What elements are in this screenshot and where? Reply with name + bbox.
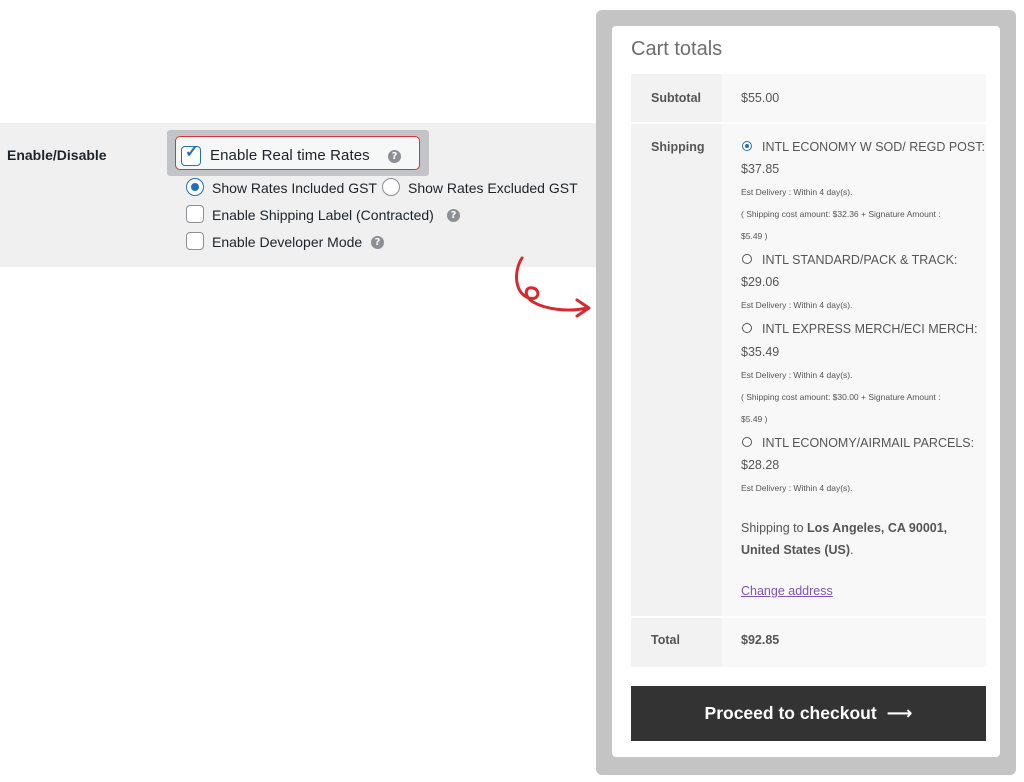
shipping-to-country: United States (US) <box>741 543 851 557</box>
shipping-destination-line2: United States (US). <box>741 543 854 557</box>
shipping-option-cost-line: ( Shipping cost amount: $30.00 + Signatu… <box>741 392 941 402</box>
rates-excluded-gst-label: Show Rates Excluded GST <box>408 180 578 196</box>
shipping-destination-line1: Shipping to Los Angeles, CA 90001, <box>741 521 947 535</box>
shipping-option-radio[interactable] <box>742 141 752 151</box>
developer-mode-label: Enable Developer Mode <box>212 234 363 250</box>
help-icon[interactable]: ? <box>371 236 384 249</box>
checkmark-icon: ✓ <box>185 144 199 161</box>
shipping-label-text: Enable Shipping Label (Contracted) <box>212 207 434 223</box>
rates-excluded-gst-radio[interactable] <box>382 178 400 196</box>
shipping-option-name: INTL STANDARD/PACK & TRACK: <box>762 253 958 267</box>
shipping-option-name: INTL EXPRESS MERCH/ECI MERCH: <box>762 322 978 336</box>
total-value: $92.85 <box>741 633 780 647</box>
proceed-to-checkout-button[interactable]: Proceed to checkout ⟶ <box>631 686 986 741</box>
shipping-option-name: INTL ECONOMY/AIRMAIL PARCELS: <box>762 436 975 450</box>
shipping-option-price: $28.28 <box>741 458 780 472</box>
realtime-rates-label: Enable Real time Rates <box>210 147 370 164</box>
rates-included-gst-label: Show Rates Included GST <box>212 180 377 196</box>
realtime-rates-checkbox[interactable]: ✓ <box>181 144 201 166</box>
shipping-option-delivery: Est Delivery : Within 4 day(s). <box>741 483 853 493</box>
subtotal-value: $55.00 <box>741 91 780 105</box>
shipping-option-delivery: Est Delivery : Within 4 day(s). <box>741 300 853 310</box>
shipping-option-cost-line: ( Shipping cost amount: $32.36 + Signatu… <box>741 209 941 219</box>
shipping-header-cell <box>631 124 722 616</box>
subtotal-label: Subtotal <box>651 91 701 105</box>
help-icon[interactable]: ? <box>388 150 401 163</box>
section-label: Enable/Disable <box>7 147 107 163</box>
rates-included-gst-radio[interactable] <box>186 178 204 196</box>
change-address-link[interactable]: Change address <box>741 584 833 598</box>
shipping-to-prefix: Shipping to <box>741 521 804 535</box>
shipping-option-price: $29.06 <box>741 275 780 289</box>
shipping-option-price: $35.49 <box>741 345 780 359</box>
shipping-option-name: INTL ECONOMY W SOD/ REGD POST: <box>762 140 985 154</box>
shipping-label: Shipping <box>651 140 705 154</box>
shipping-option-delivery: Est Delivery : Within 4 day(s). <box>741 370 853 380</box>
shipping-option-delivery: Est Delivery : Within 4 day(s). <box>741 187 853 197</box>
checkout-button-label: Proceed to checkout <box>704 703 877 723</box>
total-label: Total <box>651 633 680 647</box>
shipping-to-location: Los Angeles, CA 90001, <box>807 521 948 535</box>
shipping-option-radio[interactable] <box>742 254 752 264</box>
developer-mode-checkbox[interactable] <box>186 232 204 250</box>
cart-totals-title: Cart totals <box>631 38 723 60</box>
shipping-option-cost-line: $5.49 ) <box>741 231 768 241</box>
shipping-to-suffix: . <box>850 543 854 557</box>
shipping-option-cost-line: $5.49 ) <box>741 414 768 424</box>
shipping-option-price: $37.85 <box>741 162 780 176</box>
shipping-option-radio[interactable] <box>742 323 752 333</box>
shipping-label-checkbox[interactable] <box>186 205 204 223</box>
shipping-option-radio[interactable] <box>742 437 752 447</box>
help-icon[interactable]: ? <box>447 209 460 222</box>
arrow-right-icon: ⟶ <box>886 703 913 724</box>
curved-arrow-icon <box>515 256 591 318</box>
